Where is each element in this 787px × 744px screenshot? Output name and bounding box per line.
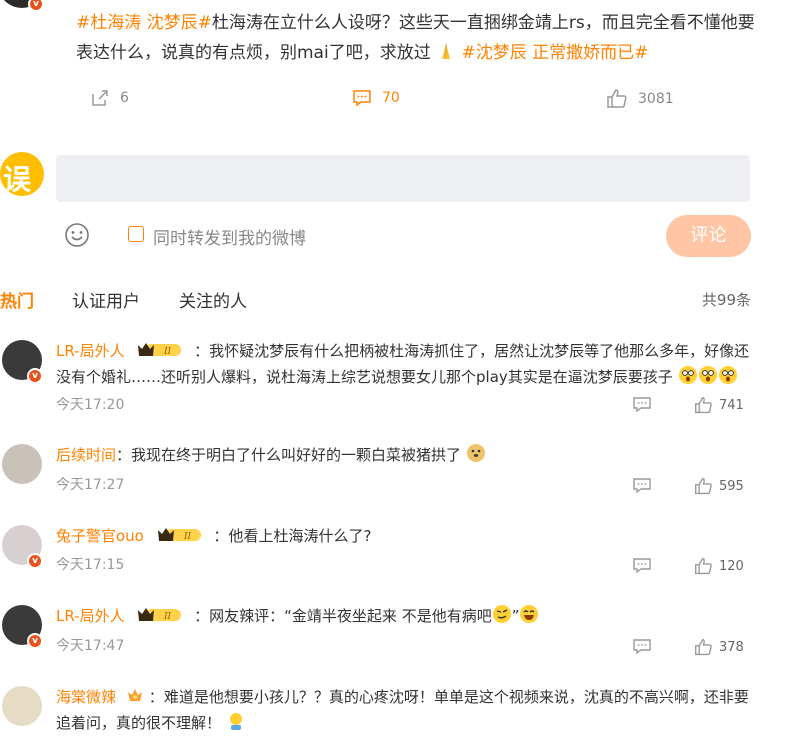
like-icon bbox=[695, 558, 712, 575]
like-button[interactable]: 3081 bbox=[606, 88, 674, 110]
like-count: 3081 bbox=[638, 91, 674, 107]
like-icon bbox=[695, 397, 712, 414]
comment-username[interactable]: LR-局外人 bbox=[56, 607, 125, 625]
comment-username[interactable]: 后续时间 bbox=[56, 446, 116, 464]
forward-label[interactable]: 同时转发到我的微博 bbox=[153, 224, 306, 249]
reply-icon[interactable] bbox=[632, 638, 652, 656]
comment-like-button[interactable]: 120 bbox=[694, 557, 744, 576]
comment-like-button[interactable]: 378 bbox=[694, 638, 744, 657]
comment-icon bbox=[353, 90, 371, 107]
post-content: #杜海涛 沈梦辰#杜海涛在立什么人设呀？这些天一直捆绑金靖上rs，而且完全看不懂… bbox=[76, 8, 756, 68]
comment-content: 难道是他想要小孩儿？？真的心疼沈呀！单单是这个视频来说，沈真的不高兴啊，还非要追… bbox=[56, 688, 749, 732]
my-avatar[interactable]: 误 bbox=[0, 152, 44, 196]
comment-like-button[interactable]: 595 bbox=[694, 477, 744, 496]
comment-time: 今天17:27 bbox=[56, 477, 125, 493]
forward-checkbox[interactable] bbox=[128, 226, 144, 242]
comment-text: 海棠微辣 ：难道是他想要小孩儿？？真的心疼沈呀！单单是这个视频来说，沈真的不高兴… bbox=[56, 684, 756, 736]
svg-text:II: II bbox=[163, 612, 172, 622]
comment-username[interactable]: LR-局外人 bbox=[56, 342, 125, 360]
comment-like-count: 378 bbox=[719, 640, 744, 655]
reply-icon[interactable] bbox=[632, 396, 652, 414]
post-hashtag-2[interactable]: #沈梦辰 正常撒娇而已# bbox=[462, 43, 649, 63]
comment-count: 70 bbox=[382, 90, 400, 106]
shocked-emoji-icon bbox=[678, 366, 697, 384]
reply-icon[interactable] bbox=[632, 477, 652, 495]
comment-text: LR-局外人 II ：网友辣评：“金靖半夜坐起来 不是他有病吧” bbox=[56, 603, 756, 629]
level-badge-icon: II bbox=[157, 528, 201, 542]
comment-total: 共99条 bbox=[701, 291, 751, 309]
comment-text: 后续时间：我现在终于明白了什么叫好好的一颗白菜被猪拱了 bbox=[56, 442, 756, 468]
comment-like-count: 741 bbox=[719, 398, 744, 413]
comment-like-button[interactable]: 741 bbox=[694, 396, 744, 415]
comment-time: 今天17:47 bbox=[56, 638, 125, 654]
comment-content: 他看上杜海涛什么了? bbox=[228, 527, 372, 545]
waving-emoji-icon bbox=[229, 713, 242, 730]
repost-button[interactable]: 6 bbox=[90, 88, 129, 108]
verified-badge-icon: v bbox=[28, 0, 44, 12]
comment-text: 兔子警官ouo II ：他看上杜海涛什么了? bbox=[56, 527, 372, 545]
post-hashtag-1[interactable]: #杜海涛 沈梦辰# bbox=[76, 13, 212, 33]
verified-badge-icon: v bbox=[27, 368, 43, 384]
level-badge-icon: II bbox=[138, 343, 182, 357]
thinking-emoji-icon bbox=[492, 605, 511, 623]
reply-icon[interactable] bbox=[632, 557, 652, 575]
verified-badge-icon: v bbox=[27, 633, 43, 649]
post-actions: 6 70 3081 bbox=[0, 88, 787, 114]
comment-content: 我现在终于明白了什么叫好好的一颗白菜被猪拱了 bbox=[131, 446, 462, 464]
comment-filter-bar: 热门 认证用户 关注的人 共99条 bbox=[0, 287, 787, 313]
tab-hot[interactable]: 热门 bbox=[0, 287, 34, 312]
tab-verified[interactable]: 认证用户 bbox=[72, 287, 140, 312]
comment-username[interactable]: 海棠微辣 bbox=[56, 688, 116, 706]
comment-time: 今天17:15 bbox=[56, 557, 125, 573]
comment-username[interactable]: 兔子警官ouo bbox=[56, 527, 144, 545]
avatar[interactable] bbox=[2, 686, 42, 726]
comment-content: 网友辣评：“金靖半夜坐起来 不是他有病吧 bbox=[209, 607, 492, 625]
comment-content-end: ” bbox=[511, 607, 520, 625]
like-icon bbox=[695, 639, 712, 656]
verified-badge-icon: v bbox=[27, 553, 43, 569]
repost-icon bbox=[92, 90, 108, 106]
smile-icon[interactable] bbox=[64, 222, 90, 248]
laughing-emoji-icon bbox=[520, 605, 539, 623]
comment-like-count: 120 bbox=[719, 559, 744, 574]
like-icon bbox=[607, 89, 627, 108]
submit-comment-button[interactable]: 评论 bbox=[666, 215, 751, 257]
avatar[interactable] bbox=[2, 444, 42, 484]
pray-emoji-icon bbox=[442, 44, 451, 59]
comment-like-count: 595 bbox=[719, 479, 744, 494]
crown-badge-icon bbox=[127, 689, 142, 701]
like-icon bbox=[695, 478, 712, 495]
comment-button[interactable]: 70 bbox=[352, 88, 400, 108]
tab-following[interactable]: 关注的人 bbox=[179, 287, 247, 312]
level-badge-icon: II bbox=[138, 608, 182, 622]
repost-count: 6 bbox=[120, 90, 129, 106]
shocked-emoji-icon bbox=[698, 366, 717, 384]
doge-emoji-icon bbox=[466, 444, 485, 462]
comment-time: 今天17:20 bbox=[56, 397, 125, 413]
shocked-emoji-icon bbox=[718, 366, 737, 384]
svg-text:II: II bbox=[183, 532, 192, 542]
svg-text:II: II bbox=[163, 347, 172, 357]
comment-input[interactable] bbox=[56, 155, 750, 202]
comment-text: LR-局外人 II ：我怀疑沈梦辰有什么把柄被杜海涛抓住了，居然让沈梦辰等了他那… bbox=[56, 342, 750, 386]
